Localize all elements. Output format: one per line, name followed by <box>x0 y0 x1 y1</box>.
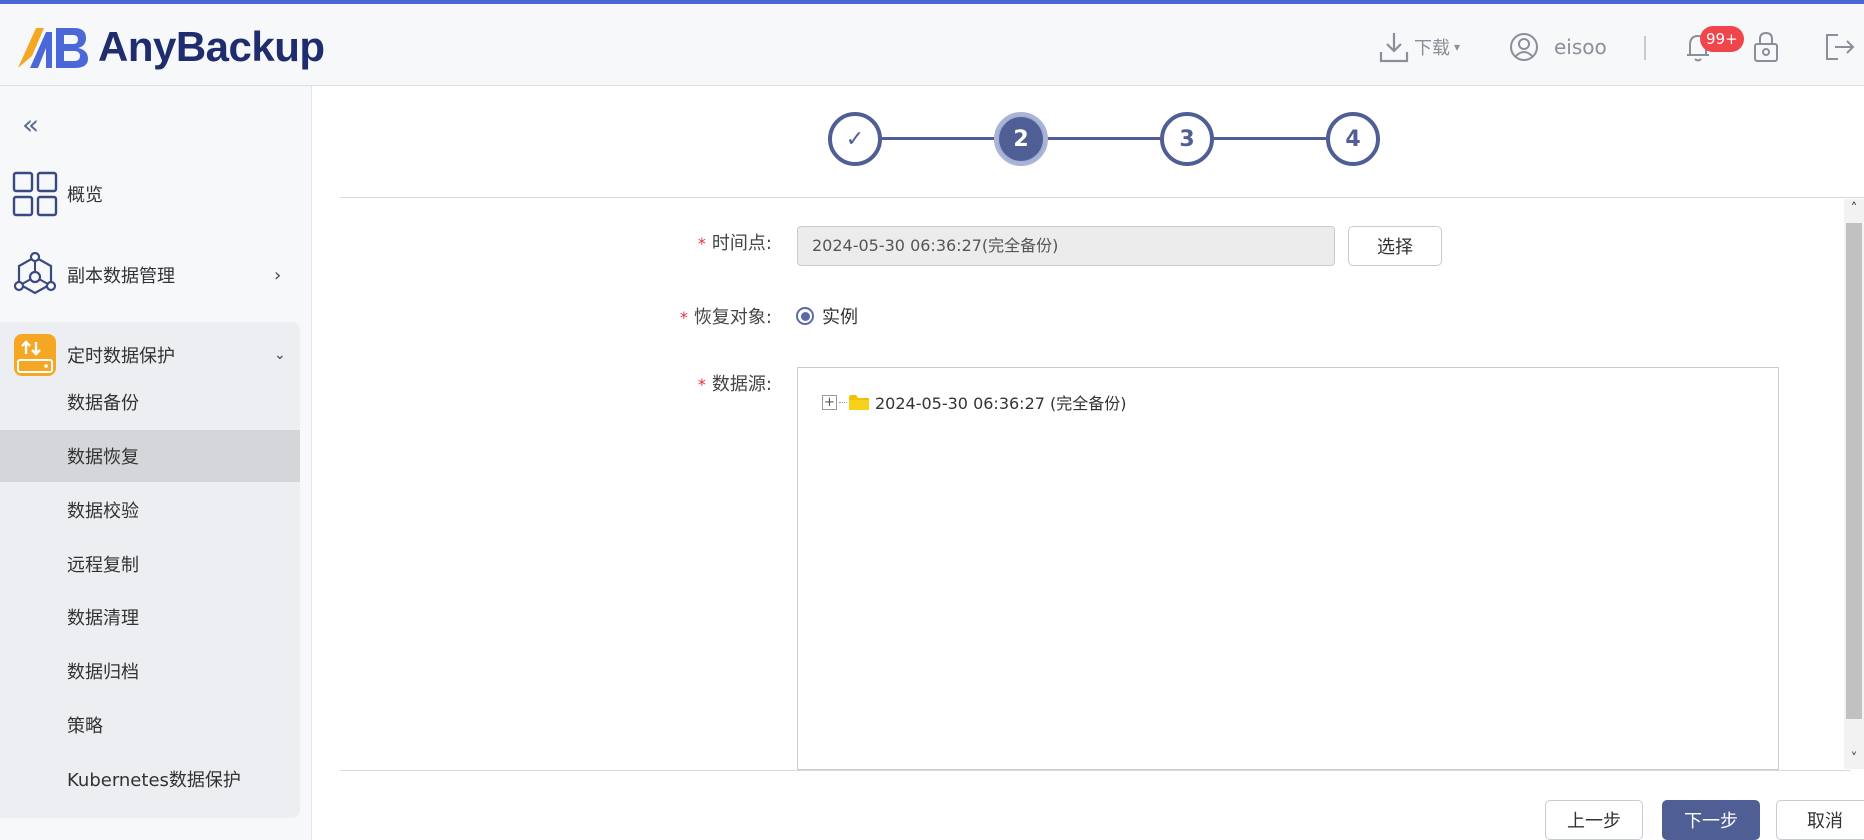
logout-button[interactable] <box>1822 24 1856 70</box>
sidebar: « 概览 副本数据管理 › 定时数据保护 ⌄ 数据备份 数据恢复 数据校验 远程… <box>0 86 312 840</box>
toolbar-divider <box>1644 36 1646 60</box>
expand-plus-icon[interactable]: + <box>822 394 837 410</box>
step-connector <box>1212 137 1326 140</box>
sidebar-item-label: 定时数据保护 <box>67 346 175 367</box>
step-1-completed: ✓ <box>828 112 882 166</box>
content-scrollbar[interactable]: ˄ ˅ <box>1844 199 1864 769</box>
sidebar-subitem-policy[interactable]: 策略 <box>0 699 300 751</box>
tree-node-root[interactable]: + 2024-05-30 06:36:27 (完全备份) <box>822 390 1127 414</box>
sidebar-subitem-kubernetes-protection[interactable]: Kubernetes数据保护 <box>0 753 300 805</box>
step-4: 4 <box>1326 112 1380 166</box>
sidebar-group-scheduled-protection: 定时数据保护 ⌄ 数据备份 数据恢复 数据校验 远程复制 数据清理 数据归档 策… <box>0 322 300 818</box>
required-mark: * <box>697 234 706 253</box>
logout-icon <box>1826 34 1855 60</box>
chevron-down-icon: ⌄ <box>274 347 286 363</box>
restore-target-instance-radio[interactable]: 实例 <box>796 303 858 329</box>
sidebar-item-copy-data-management[interactable]: 副本数据管理 › <box>0 244 312 306</box>
data-source-label: * 数据源: <box>640 370 772 396</box>
user-name: eisoo <box>1554 35 1607 59</box>
sidebar-subitem-remote-replication[interactable]: 远程复制 <box>0 538 300 590</box>
sidebar-subitem-data-backup[interactable]: 数据备份 <box>0 376 300 428</box>
app-logo[interactable]: AnyBackup <box>16 22 325 72</box>
time-point-label: * 时间点: <box>640 229 772 255</box>
data-source-tree: + 2024-05-30 06:36:27 (完全备份) <box>797 367 1779 770</box>
app-name: AnyBackup <box>98 23 325 70</box>
download-icon <box>1379 33 1409 63</box>
tree-connector <box>839 401 847 403</box>
checkmark-icon: ✓ <box>845 126 865 152</box>
dashboard-icon <box>12 171 58 217</box>
next-step-button[interactable]: 下一步 <box>1662 800 1760 840</box>
download-menu[interactable]: 下载 ▾ <box>1378 24 1460 70</box>
collapse-sidebar-icon[interactable]: « <box>22 108 39 141</box>
chevron-right-icon: › <box>274 264 282 286</box>
tree-node-label: 2024-05-30 06:36:27 (完全备份) <box>875 394 1127 413</box>
top-bar: AnyBackup 下载 ▾ eisoo 99+ <box>0 4 1864 86</box>
step-connector <box>880 137 994 140</box>
previous-step-button[interactable]: 上一步 <box>1545 800 1643 840</box>
time-point-label-text: 时间点: <box>711 233 772 254</box>
wizard-stepper: ✓ 2 3 4 <box>826 110 1386 168</box>
select-time-point-button[interactable]: 选择 <box>1348 226 1442 266</box>
scroll-up-icon[interactable]: ˄ <box>1844 199 1864 219</box>
required-mark: * <box>697 375 706 394</box>
step-2-current: 2 <box>994 112 1048 166</box>
sidebar-subitem-data-archive[interactable]: 数据归档 <box>0 645 300 697</box>
cancel-button[interactable]: 取消 <box>1776 800 1864 840</box>
chevron-down-icon: ▾ <box>1454 40 1461 54</box>
sidebar-subitem-data-cleanup[interactable]: 数据清理 <box>0 591 300 643</box>
sidebar-subitem-data-verification[interactable]: 数据校验 <box>0 484 300 536</box>
user-menu[interactable]: eisoo <box>1508 24 1607 70</box>
sidebar-item-label: 副本数据管理 <box>67 266 175 287</box>
download-label: 下载 <box>1414 38 1450 59</box>
storage-icon <box>14 334 56 376</box>
restore-target-label: * 恢复对象: <box>640 303 772 329</box>
scroll-down-icon[interactable]: ˅ <box>1844 749 1864 769</box>
folder-icon <box>849 394 869 410</box>
step-connector <box>1046 137 1160 140</box>
radio-label: 实例 <box>822 307 858 328</box>
time-point-field[interactable]: 2024-05-30 06:36:27(完全备份) <box>797 226 1335 266</box>
sidebar-item-label: 概览 <box>67 185 103 206</box>
anybackup-logo-icon <box>18 28 88 68</box>
scrollbar-thumb[interactable] <box>1846 223 1862 719</box>
data-source-label-text: 数据源: <box>711 374 772 395</box>
network-icon <box>13 252 57 295</box>
lock-screen-button[interactable] <box>1750 24 1782 70</box>
content-divider-top <box>340 197 1864 198</box>
step-3: 3 <box>1160 112 1214 166</box>
restore-target-label-text: 恢复对象: <box>693 307 772 328</box>
sidebar-item-overview[interactable]: 概览 <box>0 163 312 225</box>
sidebar-subitem-data-restore[interactable]: 数据恢复 <box>0 430 300 482</box>
content-divider-bottom <box>340 770 1850 771</box>
user-avatar-icon <box>1510 33 1538 61</box>
lock-icon <box>1754 31 1778 62</box>
notification-badge: 99+ <box>1700 26 1744 52</box>
radio-selected-icon <box>796 307 814 325</box>
required-mark: * <box>679 308 688 327</box>
